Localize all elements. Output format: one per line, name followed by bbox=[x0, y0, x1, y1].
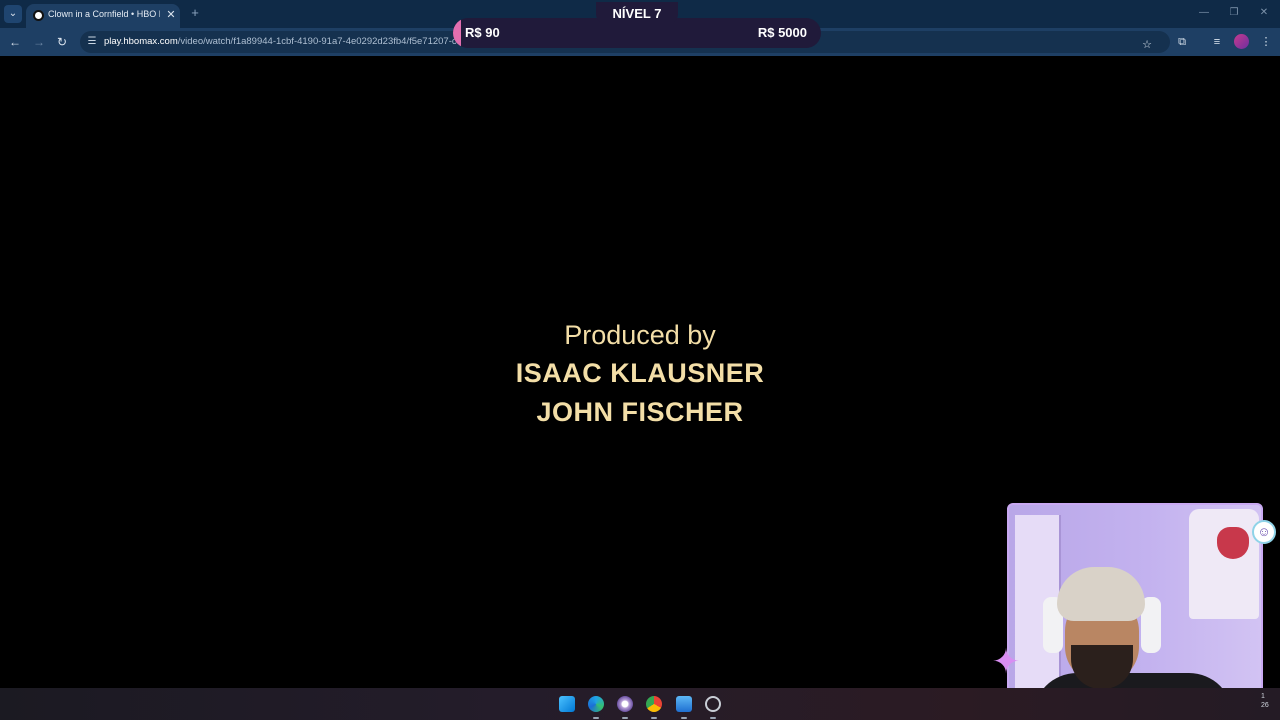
level-current-amount: R$ 90 bbox=[465, 25, 500, 40]
app-running-indicator bbox=[622, 717, 628, 719]
clock-line: 1 bbox=[1261, 693, 1265, 700]
clock-line: 26 bbox=[1261, 702, 1269, 709]
taskbar: 1 26 bbox=[0, 688, 1280, 720]
edge-running-indicator bbox=[593, 717, 599, 719]
arrow-left-icon[interactable]: ← bbox=[7, 34, 23, 50]
photos-running-indicator bbox=[681, 717, 687, 719]
star-icon[interactable]: ☆ bbox=[1139, 37, 1155, 53]
playlist-icon[interactable]: ≡ bbox=[1209, 34, 1225, 50]
hbo-favicon-icon bbox=[33, 10, 44, 21]
window-close-icon[interactable]: ✕ bbox=[1256, 6, 1272, 20]
level-overlay: R$ 90 R$ 5000 NÍVEL 7 bbox=[453, 0, 821, 52]
kebab-menu-icon[interactable]: ⋮ bbox=[1258, 34, 1274, 50]
tune-icon[interactable]: ☰ bbox=[86, 35, 98, 49]
level-label: NÍVEL 7 bbox=[596, 2, 678, 24]
webcam-feed bbox=[1007, 503, 1263, 713]
plus-icon[interactable]: + bbox=[188, 6, 202, 20]
recorder-running-indicator bbox=[710, 717, 716, 719]
credit-name: JOHN FISCHER bbox=[536, 397, 744, 427]
minimize-icon[interactable]: — bbox=[1196, 6, 1212, 20]
level-target-amount: R$ 5000 bbox=[757, 25, 807, 40]
url-host: play.hbomax.com bbox=[104, 36, 178, 47]
chrome-icon[interactable] bbox=[646, 696, 662, 712]
restore-icon[interactable]: ❐ bbox=[1226, 6, 1242, 20]
puzzle-icon[interactable]: ⧉ bbox=[1174, 34, 1190, 50]
photos-icon[interactable] bbox=[676, 696, 692, 712]
reload-icon[interactable]: ↻ bbox=[54, 34, 70, 50]
clock[interactable]: 1 26 bbox=[1261, 692, 1269, 710]
webcam-shirt-print bbox=[1217, 527, 1249, 559]
profile-avatar[interactable] bbox=[1234, 34, 1249, 49]
tab-active[interactable]: Clown in a Cornfield • HBO Ma ✕ bbox=[26, 4, 180, 28]
recorder-icon[interactable] bbox=[705, 696, 721, 712]
credit-role: Produced by bbox=[564, 320, 716, 350]
url-path: /video/watch/f1a89944-1cbf-4190-91a7-4e0… bbox=[177, 36, 457, 47]
app-icon[interactable] bbox=[617, 696, 633, 712]
credit-name: ISAAC KLAUSNER bbox=[515, 358, 765, 388]
level-progress-fill bbox=[453, 18, 461, 48]
chevron-down-icon[interactable]: ⌄ bbox=[4, 5, 22, 23]
smiley-badge-icon: ☺ bbox=[1252, 520, 1276, 544]
chrome-running-indicator bbox=[651, 717, 657, 719]
url-text[interactable]: play.hbomax.com/video/watch/f1a89944-1cb… bbox=[104, 36, 464, 47]
windows-start-icon[interactable] bbox=[559, 696, 575, 712]
sparkle-icon: ✦ bbox=[991, 643, 1021, 681]
video-credits: Produced by ISAAC KLAUSNER JOHN FISCHER bbox=[440, 316, 840, 432]
tab-title: Clown in a Cornfield • HBO Ma bbox=[48, 9, 160, 19]
arrow-right-icon[interactable]: → bbox=[31, 34, 47, 50]
webcam-person-hair bbox=[1057, 567, 1145, 621]
edge-icon[interactable] bbox=[588, 696, 604, 712]
close-icon[interactable]: ✕ bbox=[165, 8, 177, 22]
webcam-background-shirt bbox=[1189, 509, 1259, 619]
